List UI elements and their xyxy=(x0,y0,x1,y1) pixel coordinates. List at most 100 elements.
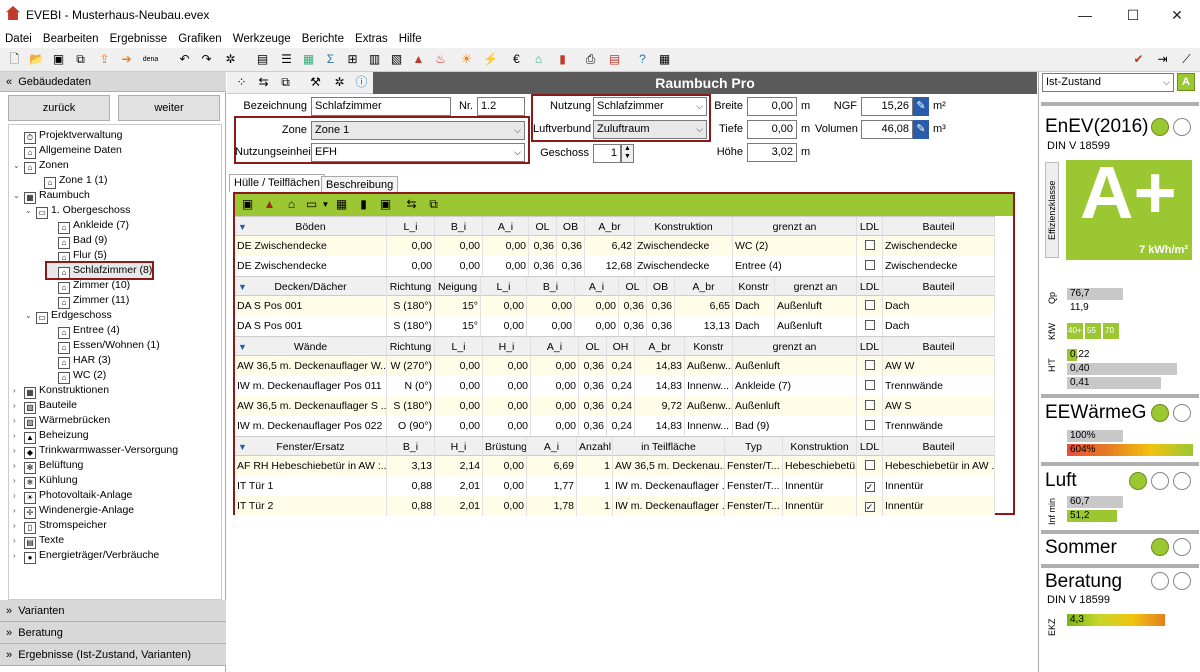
column-header[interactable]: LDL xyxy=(857,277,883,297)
group-collapse-icon[interactable]: ▼ xyxy=(238,437,247,457)
chart-icon[interactable]: ▧ xyxy=(388,51,405,68)
tree-expander-icon[interactable]: › xyxy=(13,488,22,503)
table-row[interactable]: DE Zwischendecke 0,00 0,00 0,00 0,36 0,36 12,6… xyxy=(235,256,995,276)
curve-icon[interactable]: ⟋ xyxy=(1178,51,1195,68)
tree-expander-icon[interactable]: › xyxy=(13,503,22,518)
column-header[interactable]: Richtung xyxy=(387,337,435,357)
nutzungseinheit-select[interactable]: EFH ⌵ xyxy=(311,143,525,162)
tree-item[interactable]: › ✻ Belüftung xyxy=(13,458,83,474)
house-eco-icon[interactable]: ⌂ xyxy=(530,51,547,68)
table-row[interactable]: IW m. Deckenauflager Pos 022 O (90°) 0,00 0… xyxy=(235,416,995,436)
column-header[interactable]: L_i xyxy=(481,277,527,297)
arrange-icon[interactable]: ⇆ xyxy=(403,196,420,213)
column-header[interactable]: ▼ Fenster/Ersatz xyxy=(235,437,387,457)
column-header[interactable]: LDL xyxy=(857,337,883,357)
section-gebaeudedaten[interactable]: « Gebäudedaten xyxy=(0,72,226,92)
roof-icon[interactable]: ▲ xyxy=(261,196,278,213)
arrange-icon[interactable]: ⇆ xyxy=(255,74,272,91)
tree-expander-icon[interactable]: › xyxy=(13,443,22,458)
column-header[interactable]: OB xyxy=(647,277,675,297)
tree-item[interactable]: › ▲ Beheizung xyxy=(13,428,89,444)
tree-item[interactable]: ⌄ ⌂ Zonen xyxy=(13,158,69,174)
column-header[interactable]: B_i xyxy=(527,277,575,297)
tree-expander-icon[interactable]: › xyxy=(13,428,22,443)
chevron-down-icon[interactable]: ▼ xyxy=(317,196,334,213)
ldl-checkbox[interactable] xyxy=(864,400,875,410)
close-button[interactable]: ✕ xyxy=(1154,4,1200,26)
group-collapse-icon[interactable]: ▼ xyxy=(238,277,247,297)
column-header[interactable]: ▼ Wände xyxy=(235,337,387,357)
column-header[interactable]: Typ xyxy=(725,437,783,457)
tree-expander-icon[interactable]: › xyxy=(13,548,22,563)
ldl-checkbox[interactable] xyxy=(864,300,875,310)
heat-icon[interactable]: ▲ xyxy=(410,51,427,68)
pdf-icon[interactable]: ▤ xyxy=(606,51,623,68)
tiefe-field[interactable]: 0,00 xyxy=(747,120,797,139)
sigma-icon[interactable]: Σ xyxy=(322,51,339,68)
menu-bearbeiten[interactable]: Bearbeiten xyxy=(40,30,102,48)
wand-icon[interactable]: ✲ xyxy=(222,51,239,68)
group-collapse-icon[interactable]: ▼ xyxy=(238,337,247,357)
tree-item[interactable]: ⌂ HAR (3) xyxy=(47,353,111,369)
column-header[interactable]: in Teilfläche xyxy=(613,437,725,457)
column-header[interactable]: Richtung xyxy=(387,277,435,297)
tree-expander-icon[interactable]: › xyxy=(13,533,22,548)
tree-expander-icon[interactable]: › xyxy=(13,458,22,473)
menu-hilfe[interactable]: Hilfe xyxy=(396,30,425,48)
tree-expander-icon[interactable]: ⌄ xyxy=(25,308,34,323)
menu-werkzeuge[interactable]: Werkzeuge xyxy=(230,30,294,48)
zustand-select[interactable]: Ist-Zustand ⌵ xyxy=(1042,73,1174,92)
column-header[interactable]: A_br xyxy=(675,277,733,297)
column-header[interactable]: B_i xyxy=(387,437,435,457)
hoehe-field[interactable]: 3,02 xyxy=(747,143,797,162)
import-icon[interactable]: ⇪ xyxy=(96,51,113,68)
next-button[interactable]: weiter xyxy=(118,95,220,121)
ldl-checkbox[interactable] xyxy=(864,360,875,370)
tree-item[interactable]: › ▨ Wärmebrücken xyxy=(13,413,110,429)
tab-huelle[interactable]: Hülle / Teilflächen xyxy=(229,174,326,192)
tree-item[interactable]: ⏱ Projektverwaltung xyxy=(13,128,122,144)
table-row[interactable]: DA S Pos 001 S (180°) 15° 0,00 0,00 0,00 0,36 0… xyxy=(235,316,995,336)
ngf-field[interactable]: 15,26 xyxy=(861,97,913,116)
sun-icon[interactable]: ☀ xyxy=(458,51,475,68)
bezeichnung-field[interactable]: Schlafzimmer xyxy=(311,97,451,116)
column-header[interactable]: Brüstung xyxy=(483,437,527,457)
column-header[interactable]: A_br xyxy=(635,337,685,357)
maximize-button[interactable]: ☐ xyxy=(1110,4,1156,26)
tree-item[interactable]: ⌂ Zimmer (11) xyxy=(47,293,129,309)
tree-expander-icon[interactable]: › xyxy=(13,473,22,488)
column-header[interactable]: H_i xyxy=(435,437,483,457)
bar-chart-icon[interactable]: ▮ xyxy=(554,51,571,68)
new-row-icon[interactable]: ▣ xyxy=(239,196,256,213)
a-class-icon[interactable]: A xyxy=(1177,73,1195,91)
ldl-checkbox[interactable] xyxy=(864,380,875,390)
table-row[interactable]: AW 36,5 m. Deckenauflager S ... S (180°) 0… xyxy=(235,396,995,416)
grid-icon[interactable]: ⊞ xyxy=(344,51,361,68)
new-file-icon[interactable]: 🗋 xyxy=(6,51,23,68)
tree-item[interactable]: ⌄ ▦ Raumbuch xyxy=(13,188,90,204)
tools-icon[interactable]: ⚒ xyxy=(307,74,324,91)
breite-field[interactable]: 0,00 xyxy=(747,97,797,116)
zone-select[interactable]: Zone 1 ⌵ xyxy=(311,121,525,140)
column-header[interactable]: B_i xyxy=(435,217,483,237)
menu-ergebnisse[interactable]: Ergebnisse xyxy=(107,30,171,48)
windows-icon[interactable]: ⧉ xyxy=(277,74,294,91)
nutzung-select[interactable]: Schlafzimmer ⌵ xyxy=(593,97,707,116)
ldl-checkbox[interactable]: ✓ xyxy=(864,482,875,492)
print-icon[interactable]: ⎙ xyxy=(582,51,599,68)
column-header[interactable]: OL xyxy=(619,277,647,297)
table-row[interactable]: DE Zwischendecke 0,00 0,00 0,00 0,36 0,36 6,42… xyxy=(235,236,995,256)
tree-item[interactable]: › ▤ Texte xyxy=(13,533,64,549)
menu-berichte[interactable]: Berichte xyxy=(299,30,347,48)
column-header[interactable]: ▼ Böden xyxy=(235,217,387,237)
open-folder-icon[interactable]: 📂 xyxy=(28,51,45,68)
column-header[interactable]: A_i xyxy=(531,337,579,357)
column-header[interactable]: Bauteil xyxy=(883,277,995,297)
tree-item[interactable]: ⌂ Zone 1 (1) xyxy=(33,173,107,189)
column-header[interactable]: OB xyxy=(557,217,585,237)
water-icon[interactable]: ♨ xyxy=(432,51,449,68)
flash-icon[interactable]: ⚡ xyxy=(482,51,499,68)
column-header[interactable]: Konstr xyxy=(733,277,775,297)
menu-datei[interactable]: Datei xyxy=(2,30,35,48)
group-collapse-icon[interactable]: ▼ xyxy=(238,217,247,237)
